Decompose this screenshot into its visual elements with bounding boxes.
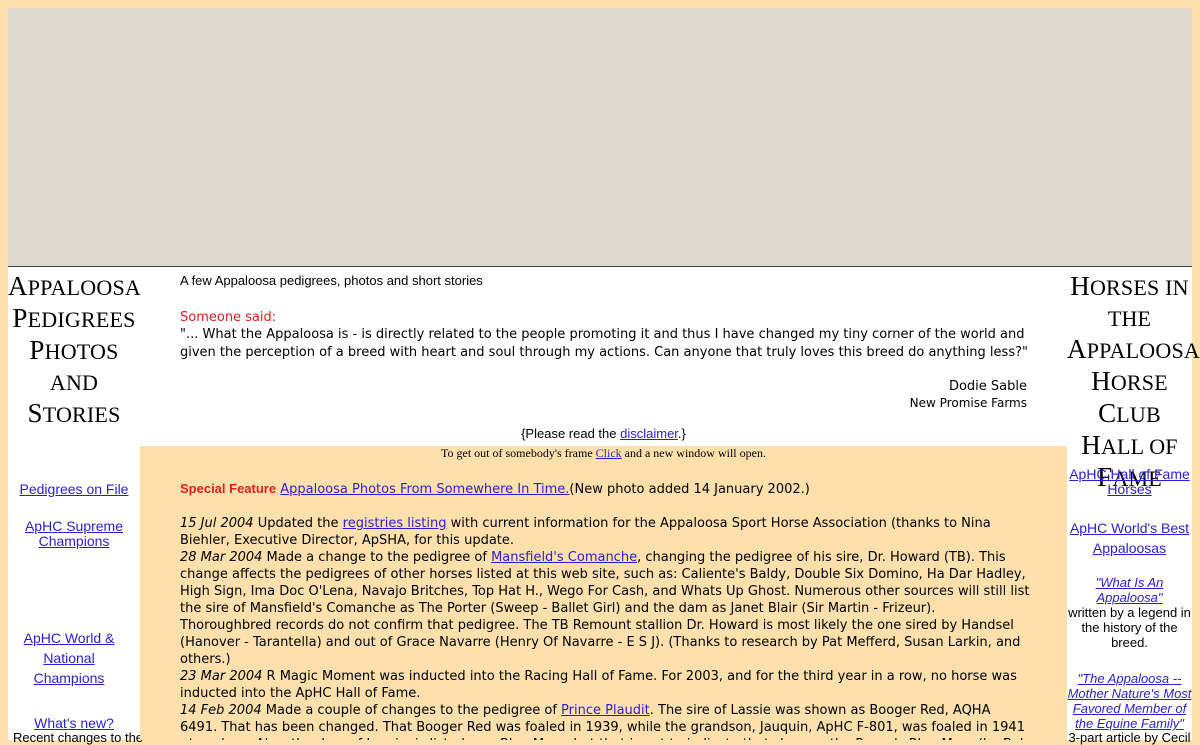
- news-entry: 28 Mar 2004 Made a change to the pedigre…: [180, 549, 1030, 668]
- site-title: APPALOOSA PEDIGREES PHOTOS AND STORIES: [8, 271, 141, 430]
- disclaimer-suffix: .}: [677, 426, 686, 441]
- frame-note: To get out of somebody's frame Click and…: [140, 446, 1067, 461]
- main-content: To get out of somebody's frame Click and…: [140, 446, 1067, 740]
- entry-text: , changing the pedigree of his sire, Dr.…: [180, 550, 1030, 667]
- special-feature-note: (New photo added 14 January 2002.): [569, 482, 810, 497]
- hall-of-fame-title-line: HORSE CLUB: [1091, 366, 1168, 428]
- quote-attribution: Dodie Sable New Promise Farms: [910, 378, 1027, 412]
- entry-date: 23 Mar 2004: [180, 669, 263, 684]
- special-feature-link[interactable]: Appaloosa Photos From Somewhere In Time.: [280, 482, 569, 497]
- frame-click-link[interactable]: Click: [596, 446, 622, 460]
- left-sidebar: APPALOOSA PEDIGREES PHOTOS AND STORIES P…: [8, 267, 143, 745]
- tagline: A few Appaloosa pedigrees, photos and sh…: [180, 273, 483, 288]
- entry-text: Made a change to the pedigree of: [262, 550, 492, 565]
- quote-label: Someone said:: [180, 310, 277, 325]
- disclaimer-link[interactable]: disclaimer: [620, 426, 678, 441]
- supreme-champions-link[interactable]: ApHC Supreme Champions: [18, 519, 130, 549]
- entry-date: 15 Jul 2004: [180, 516, 254, 531]
- site-title-line: PHOTOS: [29, 335, 119, 365]
- whats-new-description: Recent changes to the: [12, 730, 144, 745]
- intro-section: A few Appaloosa pedigrees, photos and sh…: [140, 267, 1067, 446]
- entry-date: 28 Mar 2004: [180, 550, 263, 565]
- hall-of-fame-title: HORSES IN THE APPALOOSA HORSE CLUB HALL …: [1067, 271, 1200, 494]
- quote-farm: New Promise Farms: [909, 396, 1027, 410]
- hall-of-fame-horses-link[interactable]: ApHC Hall of Fame Horses: [1067, 467, 1192, 497]
- disclaimer-note: {Please read the disclaimer.}: [140, 426, 1067, 441]
- prince-plaudit-link[interactable]: Prince Plaudit: [561, 703, 650, 718]
- entry-text: Updated the: [253, 516, 343, 531]
- what-is-an-appaloosa-link[interactable]: "What Is An Appaloosa": [1072, 575, 1187, 605]
- right-sidebar: HORSES IN THE APPALOOSA HORSE CLUB HALL …: [1067, 267, 1200, 745]
- special-feature-label: Special Feature: [180, 481, 277, 496]
- site-title-line: APPALOOSA: [8, 271, 141, 301]
- top-banner: [8, 8, 1192, 267]
- what-is-description: written by a legend in the history of th…: [1068, 605, 1191, 650]
- quote-author: Dodie Sable: [948, 379, 1027, 394]
- mother-nature-article-link[interactable]: "The Appaloosa -- Mother Nature's Most F…: [1067, 671, 1192, 731]
- site-title-line: PEDIGREES: [12, 303, 136, 333]
- pedigrees-on-file-link[interactable]: Pedigrees on File: [8, 482, 140, 497]
- world-national-champions-link[interactable]: ApHC World & National Champions: [8, 628, 130, 688]
- special-feature: Special Feature Appaloosa Photos From So…: [180, 481, 810, 497]
- worlds-best-link[interactable]: ApHC World's Best Appaloosas: [1067, 518, 1192, 558]
- whats-new-link[interactable]: What's new?: [8, 716, 140, 731]
- news-entry: 15 Jul 2004 Updated the registries listi…: [180, 515, 1030, 549]
- disclaimer-prefix: {Please read the: [521, 426, 621, 441]
- hall-of-fame-title-line: THE: [1107, 306, 1152, 331]
- quote-text: "... What the Appaloosa is - is directly…: [180, 327, 1028, 360]
- news-entry: 23 Mar 2004 R Magic Moment was inducted …: [180, 668, 1030, 702]
- frame-note-prefix: To get out of somebody's frame: [441, 446, 596, 460]
- news-entries: 15 Jul 2004 Updated the registries listi…: [180, 515, 1030, 740]
- registries-listing-link[interactable]: registries listing: [343, 516, 447, 531]
- entry-text: Made a couple of changes to the pedigree…: [261, 703, 562, 718]
- entry-text: R Magic Moment was inducted into the Rac…: [180, 669, 1017, 701]
- mansfields-comanche-link[interactable]: Mansfield's Comanche: [491, 550, 637, 565]
- frame-note-suffix: and a new window will open.: [621, 446, 766, 460]
- hall-of-fame-title-line: APPALOOSA: [1067, 334, 1200, 364]
- site-title-line: AND STORIES: [27, 370, 121, 428]
- hall-of-fame-title-line: HORSES IN: [1070, 271, 1189, 301]
- article-author-description: 3-part article by Cecil: [1068, 730, 1191, 745]
- news-entry: 14 Feb 2004 Made a couple of changes to …: [180, 702, 1030, 740]
- entry-date: 14 Feb 2004: [180, 703, 262, 718]
- hall-of-fame-title-line: HALL OF: [1081, 430, 1178, 460]
